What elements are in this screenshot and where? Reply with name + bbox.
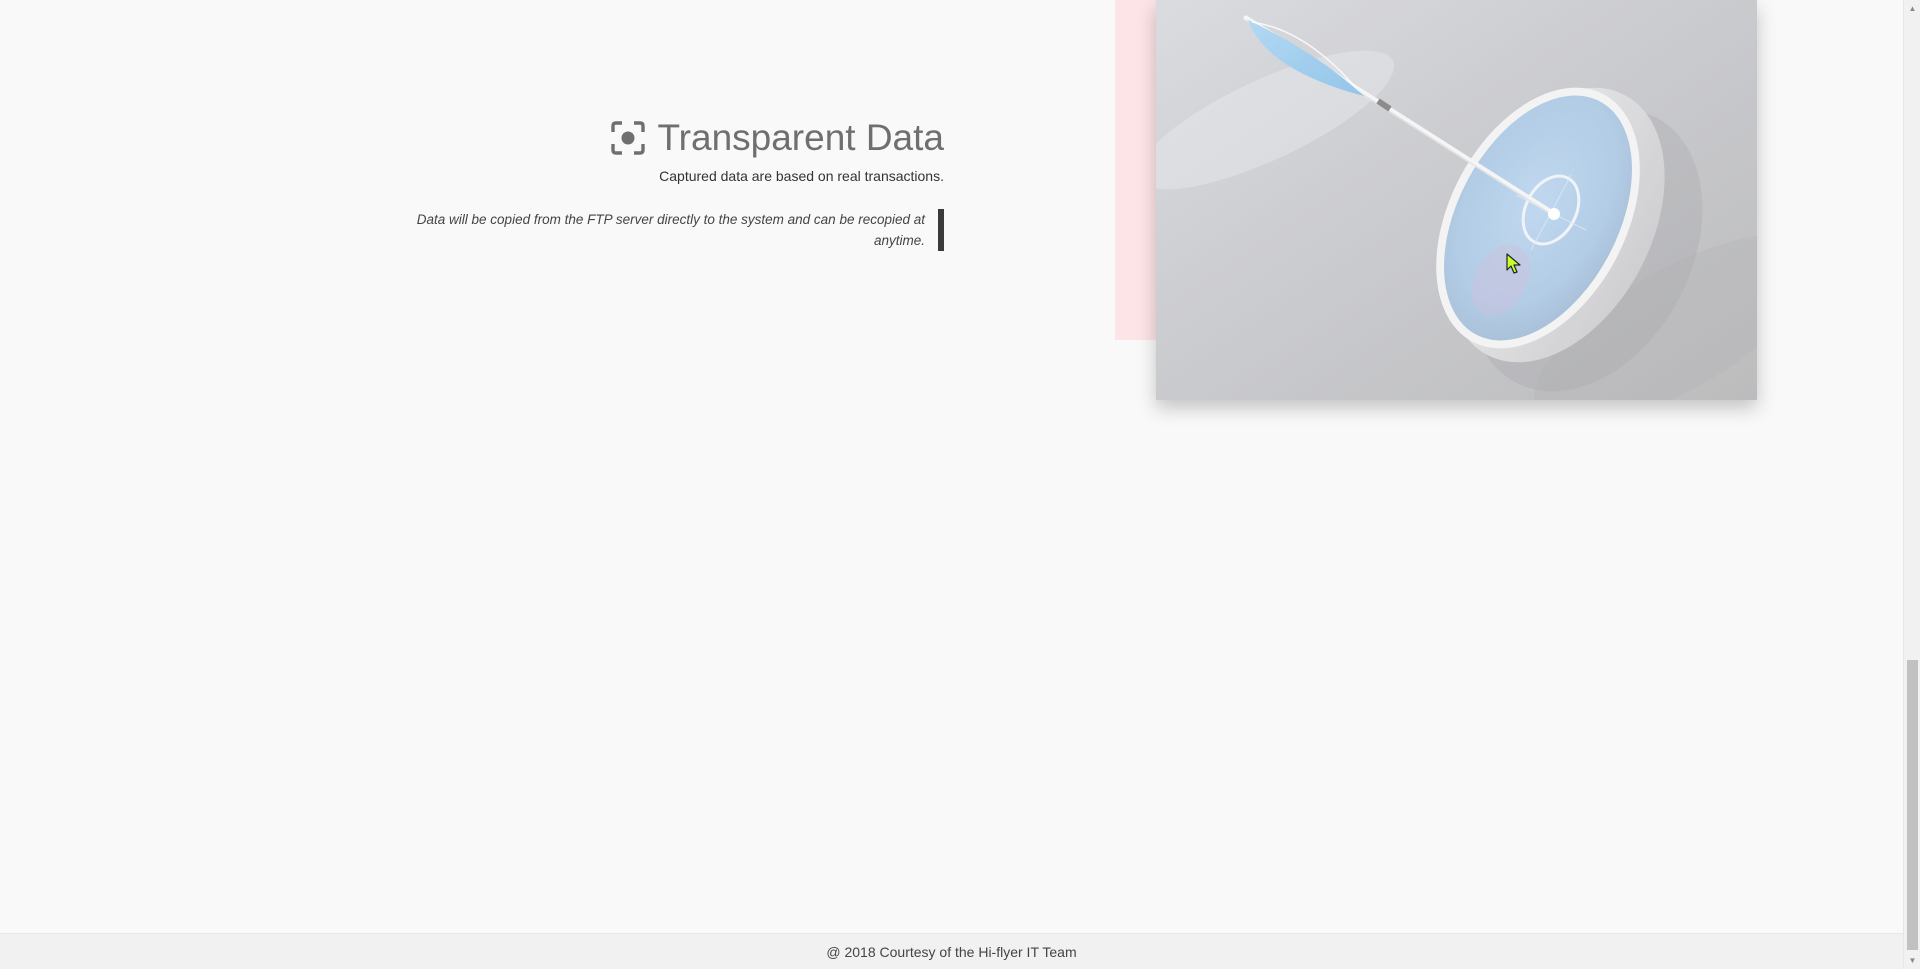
feature-transparent-data: Transparent Data Captured data are based… (380, 117, 944, 251)
feature-title: Transparent Data (657, 117, 944, 158)
page: Transparent Data Captured data are based… (0, 0, 1920, 969)
feature-quote: Data will be copied from the FTP server … (390, 208, 944, 251)
feature-subtitle: Captured data are based on real transact… (659, 167, 944, 184)
arrow-in-target-image (1156, 0, 1757, 400)
vertical-scrollbar[interactable]: ▲ ▼ (1903, 0, 1920, 969)
scroll-up-arrow-icon[interactable]: ▲ (1904, 0, 1920, 17)
scroll-thumb[interactable] (1907, 660, 1918, 950)
focus-target-icon (611, 121, 646, 156)
scroll-down-arrow-icon[interactable]: ▼ (1904, 952, 1920, 969)
main-content: Transparent Data Captured data are based… (0, 0, 1903, 933)
footer-copyright: @ 2018 Courtesy of the Hi-flyer IT Team (826, 943, 1077, 960)
feature-heading: Transparent Data (380, 117, 944, 159)
mouse-cursor-icon (1506, 253, 1522, 275)
page-footer: @ 2018 Courtesy of the Hi-flyer IT Team (0, 933, 1903, 969)
